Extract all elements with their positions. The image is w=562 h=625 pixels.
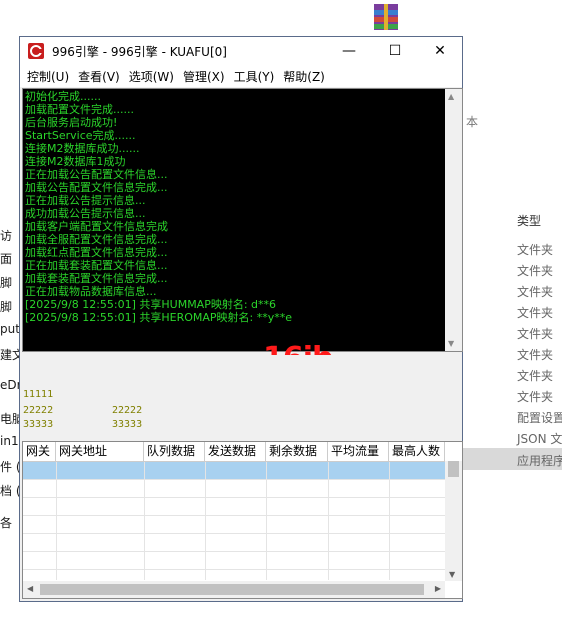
type-cell: 应用程序: [517, 454, 562, 468]
log-lines: 初始化完成...... 加载配置文件完成...... 后台服务启动成功! Sta…: [25, 90, 445, 324]
log-line: 成功加载公告提示信息...: [25, 207, 146, 220]
column-header-sent-data[interactable]: 发送数据: [205, 442, 266, 461]
menu-bar: 控制(U) 查看(V) 选项(W) 管理(X) 工具(Y) 帮助(Z): [20, 65, 462, 87]
log-line: 正在加载公告配置文件信息...: [25, 168, 168, 181]
nav-label: 档 (: [0, 484, 21, 498]
table-header: 网关 网关地址 队列数据 发送数据 剩余数据 平均流量 最高人数: [23, 442, 445, 462]
log-line: 正在加载物品数据库信息...: [25, 285, 157, 298]
type-cell: 文件夹: [517, 285, 554, 299]
scrollbar-thumb[interactable]: [448, 461, 459, 477]
scroll-right-arrow-icon[interactable]: ▶: [435, 584, 441, 593]
stat-value: 33333: [23, 419, 54, 430]
stat-value: 22222: [112, 405, 143, 416]
type-cell: JSON 文: [517, 432, 562, 446]
close-button[interactable]: ✕: [417, 37, 463, 65]
type-cell: 文件夹: [517, 327, 554, 341]
stat-value: 11111: [23, 389, 54, 400]
column-divider: [205, 462, 206, 580]
column-divider: [328, 462, 329, 580]
table-row[interactable]: [23, 534, 445, 552]
log-line: 连接M2数据库1成功: [25, 155, 126, 168]
log-line: 加载红点配置文件信息完成...: [25, 246, 168, 259]
menu-view[interactable]: 查看(V): [78, 68, 120, 85]
log-line: 正在加载公告提示信息...: [25, 194, 146, 207]
column-header-avg-traffic[interactable]: 平均流量: [328, 442, 389, 461]
log-line: 初始化完成......: [25, 90, 101, 103]
table-body: [23, 462, 445, 570]
column-divider: [144, 462, 145, 580]
scroll-up-arrow-icon[interactable]: ▲: [448, 92, 454, 101]
desktop-background: [0, 0, 305, 36]
nav-label: 访: [0, 229, 13, 243]
stats-panel: 11111 22222 22222 33333 33333: [20, 355, 462, 439]
console-scrollbar[interactable]: ▲ ▼: [445, 89, 462, 351]
log-line: 加载公告配置文件信息完成...: [25, 181, 168, 194]
scroll-left-arrow-icon[interactable]: ◀: [27, 584, 33, 593]
table-row[interactable]: [23, 552, 445, 570]
column-header-gateway[interactable]: 网关: [23, 442, 56, 461]
table-horizontal-scrollbar[interactable]: ◀ ▶: [23, 581, 445, 598]
scroll-down-arrow-icon[interactable]: ▼: [448, 339, 454, 348]
column-header-queue-data[interactable]: 队列数据: [144, 442, 205, 461]
nav-label: 脚: [0, 276, 13, 290]
log-line: 加载客户端配置文件信息完成: [25, 220, 168, 233]
maximize-button[interactable]: ☐: [372, 37, 418, 65]
menu-options[interactable]: 选项(W): [129, 68, 174, 85]
table-row[interactable]: [23, 462, 445, 480]
nav-label: 各: [0, 516, 13, 530]
log-line: StartService完成......: [25, 129, 136, 142]
menu-manage[interactable]: 管理(X): [183, 68, 225, 85]
table-row[interactable]: [23, 498, 445, 516]
gateway-table: 网关 网关地址 队列数据 发送数据 剩余数据 平均流量 最高人数 ▼ ◀ ▶: [22, 441, 463, 599]
type-cell: 文件夹: [517, 264, 554, 278]
log-line: [2025/9/8 12:55:01] 共享HUMMAP映射名: d**6: [25, 298, 277, 311]
type-cell: 文件夹: [517, 390, 554, 404]
stat-value: 22222: [23, 405, 54, 416]
nav-label: 面: [0, 252, 13, 266]
window-title: 996引擎 - 996引擎 - KUAFU[0]: [52, 44, 227, 59]
column-header-gateway-address[interactable]: 网关地址: [56, 442, 144, 461]
log-line: 后台服务启动成功!: [25, 116, 118, 129]
stat-value: 33333: [112, 419, 143, 430]
log-line: 加载全服配置文件信息完成...: [25, 233, 168, 246]
table-row[interactable]: [23, 480, 445, 498]
nav-label: 脚: [0, 300, 13, 314]
log-line: 加载配置文件完成......: [25, 103, 134, 116]
log-console[interactable]: 初始化完成...... 加载配置文件完成...... 后台服务启动成功! Sta…: [22, 88, 463, 376]
menu-control[interactable]: 控制(U): [27, 68, 69, 85]
menu-help[interactable]: 帮助(Z): [283, 68, 325, 85]
ribbon-label: 本: [466, 115, 479, 129]
log-line: 正在加载套装配置文件信息...: [25, 259, 168, 272]
log-line: 加载套装配置文件信息完成...: [25, 272, 168, 285]
type-column-header[interactable]: 类型: [517, 212, 541, 229]
title-bar[interactable]: 996引擎 - 996引擎 - KUAFU[0] — ☐ ✕: [20, 37, 462, 65]
minimize-button[interactable]: —: [326, 37, 372, 65]
menu-tools[interactable]: 工具(Y): [234, 68, 275, 85]
column-divider: [389, 462, 390, 580]
column-divider: [266, 462, 267, 580]
type-cell: 文件夹: [517, 369, 554, 383]
kuafu-window: 996引擎 - 996引擎 - KUAFU[0] — ☐ ✕ 控制(U) 查看(…: [19, 36, 463, 602]
type-cell: 配置设置: [517, 411, 562, 425]
log-line: [2025/9/8 12:55:01] 共享HEROMAP映射名: **y**e: [25, 311, 293, 324]
table-vertical-scrollbar[interactable]: ▼: [445, 461, 462, 581]
nav-label: put: [0, 322, 20, 336]
app-logo-icon: [28, 43, 44, 59]
column-header-max-users[interactable]: 最高人数: [389, 442, 445, 461]
log-line: 连接M2数据库成功......: [25, 142, 140, 155]
type-cell: 文件夹: [517, 348, 554, 362]
table-row[interactable]: [23, 516, 445, 534]
type-cell: 文件夹: [517, 243, 554, 257]
winrar-icon[interactable]: [366, 2, 406, 32]
scroll-down-arrow-icon[interactable]: ▼: [449, 570, 455, 579]
column-divider: [56, 462, 57, 580]
column-header-remaining-data[interactable]: 剩余数据: [266, 442, 328, 461]
nav-label: 件 (: [0, 460, 21, 474]
scrollbar-thumb[interactable]: [40, 584, 424, 595]
type-cell: 文件夹: [517, 306, 554, 320]
